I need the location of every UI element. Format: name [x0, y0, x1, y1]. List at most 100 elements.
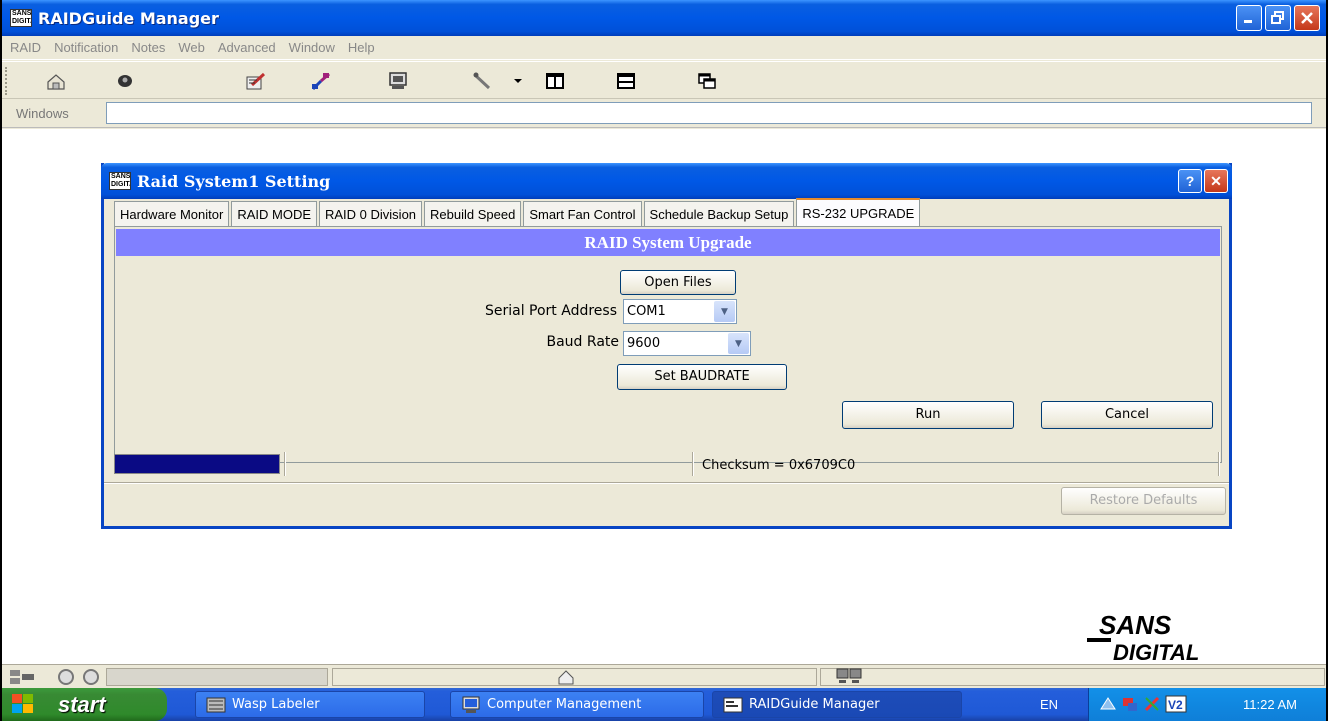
sans-digital-app-icon: SANS DIGITAL — [10, 9, 32, 27]
menu-web[interactable]: Web — [178, 40, 205, 55]
restore-icon — [1271, 11, 1284, 24]
upgrade-panel: RAID System Upgrade Open Files Serial Po… — [114, 226, 1222, 463]
restore-button[interactable] — [1265, 5, 1291, 31]
close-icon — [1301, 12, 1313, 24]
eye-icon[interactable] — [114, 71, 136, 91]
chevron-down-icon[interactable]: ▼ — [714, 301, 735, 322]
baud-rate-select[interactable]: 9600 ▼ — [623, 331, 751, 356]
cascade-icon[interactable] — [696, 71, 718, 91]
dialog-status-bar: Checksum = 0x6709C0 — [114, 446, 1222, 476]
tab-raid0-division[interactable]: RAID 0 Division — [319, 201, 423, 226]
computer-management-icon — [462, 696, 480, 713]
minimize-button[interactable] — [1236, 5, 1262, 31]
task-label: Computer Management — [487, 697, 642, 712]
sans-digital-logo: SANS DIGITAL — [1085, 610, 1245, 665]
menu-window[interactable]: Window — [289, 40, 335, 55]
computers-icon — [836, 668, 862, 683]
dialog-close-button[interactable]: ✕ — [1204, 169, 1228, 193]
start-button[interactable]: start — [2, 688, 167, 721]
progress-fill — [115, 455, 279, 473]
svg-text:V2: V2 — [1168, 698, 1183, 712]
dialog-app-icon: SANS DIGITAL — [109, 172, 131, 190]
menu-raid[interactable]: RAID — [10, 40, 41, 55]
set-baudrate-button[interactable]: Set BAUDRATE — [617, 364, 787, 390]
connect-icon[interactable] — [310, 71, 332, 91]
v2-tray-icon[interactable]: V2 — [1165, 695, 1187, 713]
network-tray-icon[interactable] — [1121, 695, 1139, 713]
sans-digital-logo-graphic: SANS DIGITAL — [1087, 610, 1199, 665]
tools-tray-icon[interactable] — [1143, 695, 1161, 713]
tray-app-icon[interactable] — [1099, 695, 1117, 713]
tab-smart-fan-control[interactable]: Smart Fan Control — [523, 201, 642, 226]
menu-notes[interactable]: Notes — [131, 40, 165, 55]
windows-bar: Windows — [2, 100, 1326, 128]
minimize-icon — [1244, 20, 1252, 23]
panel-banner: RAID System Upgrade — [116, 229, 1220, 256]
network-icon — [10, 670, 34, 684]
status-circle-icon — [58, 669, 74, 685]
taskbar: start Wasp Labeler Computer Management R… — [2, 688, 1326, 721]
menu-notification[interactable]: Notification — [54, 40, 118, 55]
serial-port-value: COM1 — [627, 304, 666, 319]
baud-rate-label: Baud Rate — [546, 334, 620, 350]
tab-raid-mode[interactable]: RAID MODE — [231, 201, 317, 226]
windows-label: Windows — [16, 106, 69, 121]
run-button[interactable]: Run — [842, 401, 1014, 429]
home-status-icon — [558, 670, 574, 685]
close-button[interactable] — [1294, 5, 1320, 31]
status-segment — [820, 668, 1325, 686]
status-separator — [284, 452, 286, 476]
help-button[interactable]: ? — [1178, 169, 1202, 193]
dialog-controls: ? ✕ — [1178, 169, 1228, 193]
tab-schedule-backup-setup[interactable]: Schedule Backup Setup — [643, 201, 795, 226]
menu-advanced[interactable]: Advanced — [218, 40, 276, 55]
tab-rs232-upgrade[interactable]: RS-232 UPGRADE — [796, 198, 921, 226]
task-label: RAIDGuide Manager — [749, 697, 880, 712]
monitor-icon[interactable] — [387, 71, 409, 91]
tile-horizontal-icon[interactable] — [615, 71, 637, 91]
baud-rate-value: 9600 — [627, 336, 661, 351]
tile-vertical-icon[interactable] — [544, 71, 566, 91]
system-tray: V2 11:22 AM — [1088, 688, 1326, 721]
cancel-button[interactable]: Cancel — [1041, 401, 1213, 429]
checksum-text: Checksum = 0x6709C0 — [702, 458, 856, 473]
logo-line1: SANS — [1099, 610, 1172, 640]
start-label: start — [58, 691, 106, 717]
task-wasp-labeler[interactable]: Wasp Labeler — [195, 691, 425, 718]
raid-setting-dialog: SANS DIGITAL Raid System1 Setting ? ✕ Ha… — [101, 163, 1232, 529]
dialog-divider — [104, 482, 1229, 484]
tab-rebuild-speed[interactable]: Rebuild Speed — [424, 201, 522, 226]
raidguide-manager-icon — [723, 697, 743, 713]
restore-defaults-button[interactable]: Restore Defaults — [1061, 487, 1226, 515]
clock[interactable]: 11:22 AM — [1243, 697, 1297, 712]
wasp-labeler-icon — [206, 697, 226, 713]
tools-icon[interactable] — [472, 71, 494, 91]
tab-strip: Hardware Monitor RAID MODE RAID 0 Divisi… — [114, 198, 922, 226]
toolbar-grip[interactable] — [5, 67, 8, 95]
dialog-title: Raid System1 Setting — [137, 171, 331, 191]
window-controls — [1236, 5, 1320, 31]
menu-bar: RAID Notification Notes Web Advanced Win… — [2, 36, 1326, 60]
home-icon[interactable] — [45, 71, 67, 91]
task-computer-management[interactable]: Computer Management — [450, 691, 704, 718]
toolbar — [2, 61, 1326, 99]
status-circle-icon — [83, 669, 99, 685]
tab-hardware-monitor[interactable]: Hardware Monitor — [114, 201, 230, 226]
language-indicator[interactable]: EN — [1040, 697, 1058, 712]
serial-port-select[interactable]: COM1 ▼ — [623, 299, 737, 324]
windows-flag-icon — [12, 694, 33, 713]
upgrade-progress-bar — [114, 454, 280, 474]
main-title-bar[interactable]: SANS DIGITAL RAIDGuide Manager — [2, 0, 1326, 36]
chevron-down-icon[interactable]: ▼ — [728, 333, 749, 354]
menu-help[interactable]: Help — [348, 40, 375, 55]
status-segment — [106, 668, 328, 686]
serial-port-label: Serial Port Address — [484, 303, 617, 319]
dropdown-arrow-icon[interactable] — [507, 71, 529, 91]
windows-field[interactable] — [106, 102, 1312, 124]
open-files-button[interactable]: Open Files — [620, 270, 736, 295]
app-title: RAIDGuide Manager — [38, 8, 219, 28]
edit-icon[interactable] — [245, 71, 267, 91]
task-raidguide-manager[interactable]: RAIDGuide Manager — [712, 691, 962, 718]
dialog-title-bar[interactable]: SANS DIGITAL Raid System1 Setting ? ✕ — [101, 163, 1232, 199]
task-label: Wasp Labeler — [232, 697, 320, 712]
